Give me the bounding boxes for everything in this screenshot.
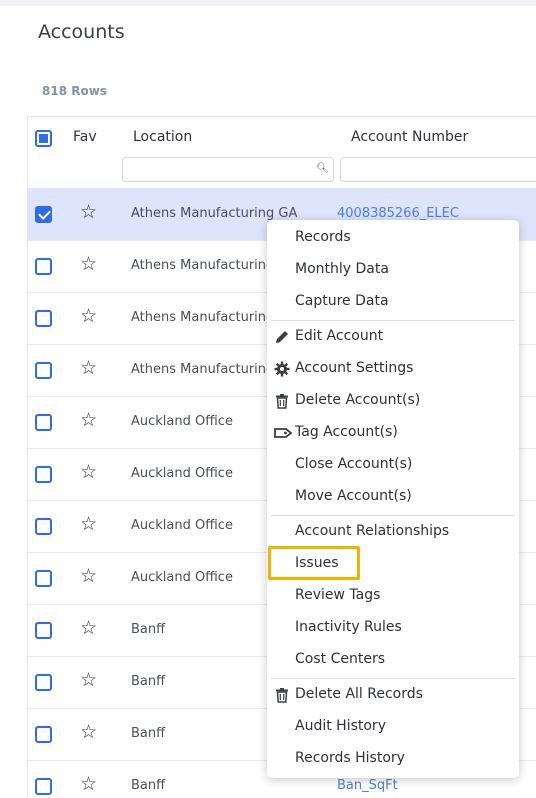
star-icon[interactable]: ☆	[80, 775, 97, 794]
menu-item-inactivity-rules[interactable]: Inactivity Rules	[295, 619, 402, 635]
row-checkbox[interactable]	[35, 570, 52, 587]
row-checkbox[interactable]	[35, 622, 52, 639]
select-all-checkbox[interactable]	[35, 130, 52, 147]
row-checkbox[interactable]	[35, 362, 52, 379]
account-number-link[interactable]: Ban_SqFt	[337, 778, 398, 793]
menu-item-delete-account-s[interactable]: Delete Account(s)	[295, 392, 420, 408]
location-cell: Athens Manufacturing	[131, 310, 275, 325]
location-cell: Athens Manufacturing	[131, 258, 275, 273]
menu-item-tag-account-s[interactable]: Tag Account(s)	[295, 424, 398, 440]
location-cell: Banff	[131, 622, 166, 637]
fav-column-header[interactable]: Fav	[73, 129, 97, 145]
star-icon[interactable]: ☆	[80, 671, 97, 690]
menu-item-account-settings[interactable]: Account Settings	[295, 360, 413, 376]
star-icon[interactable]: ☆	[80, 307, 97, 326]
context-menu: Records Monthly Data Capture Data Edit Acco…	[267, 220, 519, 778]
location-cell: Auckland Office	[131, 570, 233, 585]
row-checkbox[interactable]	[35, 674, 52, 691]
location-filter-input[interactable]: 🔍︎	[122, 157, 334, 182]
star-icon[interactable]: ☆	[80, 463, 97, 482]
star-icon[interactable]: ☆	[80, 411, 97, 430]
menu-item-audit-history[interactable]: Audit History	[295, 718, 386, 734]
page-title: Accounts	[38, 21, 125, 43]
menu-item-review-tags[interactable]: Review Tags	[295, 587, 380, 603]
rows-count: 818 Rows	[42, 84, 107, 98]
trash-icon	[274, 687, 290, 703]
star-icon[interactable]: ☆	[80, 567, 97, 586]
menu-item-issues[interactable]: Issues	[295, 555, 339, 571]
row-checkbox[interactable]	[35, 310, 52, 327]
star-icon[interactable]: ☆	[80, 255, 97, 274]
menu-separator	[271, 320, 515, 321]
menu-item-edit-account[interactable]: Edit Account	[295, 328, 383, 344]
menu-item-close-account-s[interactable]: Close Account(s)	[295, 456, 412, 472]
menu-item-account-relationships[interactable]: Account Relationships	[295, 523, 449, 539]
menu-separator	[271, 515, 515, 516]
menu-item-capture-data[interactable]: Capture Data	[295, 293, 389, 309]
star-icon[interactable]: ☆	[80, 515, 97, 534]
location-cell: Auckland Office	[131, 518, 233, 533]
location-cell: Banff	[131, 778, 166, 793]
star-icon[interactable]: ☆	[80, 203, 97, 222]
account-number-link[interactable]: 4008385266_ELEC	[337, 206, 459, 221]
row-checkbox[interactable]	[35, 258, 52, 275]
trash-icon	[274, 393, 290, 409]
row-checkbox[interactable]	[35, 466, 52, 483]
location-cell: Auckland Office	[131, 414, 233, 429]
star-icon[interactable]: ☆	[80, 359, 97, 378]
menu-item-records[interactable]: Records	[295, 229, 351, 245]
row-checkbox[interactable]	[35, 518, 52, 535]
search-icon: 🔍︎	[316, 163, 329, 174]
location-cell: Athens Manufacturing GA	[131, 206, 298, 221]
menu-item-cost-centers[interactable]: Cost Centers	[295, 651, 385, 667]
row-checkbox[interactable]	[35, 726, 52, 743]
location-cell: Athens Manufacturing	[131, 362, 275, 377]
menu-item-delete-all-records[interactable]: Delete All Records	[295, 686, 423, 702]
location-cell: Banff	[131, 726, 166, 741]
location-cell: Auckland Office	[131, 466, 233, 481]
grid-header: Fav Location Account Number 🔍︎	[28, 117, 536, 189]
star-icon[interactable]: ☆	[80, 723, 97, 742]
account-number-column-header[interactable]: Account Number	[351, 129, 468, 145]
menu-item-monthly-data[interactable]: Monthly Data	[295, 261, 389, 277]
row-checkbox[interactable]	[35, 414, 52, 431]
location-column-header[interactable]: Location	[133, 129, 192, 145]
star-icon[interactable]: ☆	[80, 619, 97, 638]
tag-icon	[274, 425, 293, 441]
row-checkbox[interactable]	[35, 778, 52, 795]
pencil-icon	[274, 329, 290, 345]
row-checkbox[interactable]	[35, 206, 52, 223]
location-cell: Banff	[131, 674, 166, 689]
menu-item-move-account-s[interactable]: Move Account(s)	[295, 488, 412, 504]
menu-separator	[271, 678, 515, 679]
account-number-filter-input[interactable]	[340, 157, 536, 182]
gear-icon	[274, 361, 290, 377]
menu-item-records-history[interactable]: Records History	[295, 750, 405, 766]
